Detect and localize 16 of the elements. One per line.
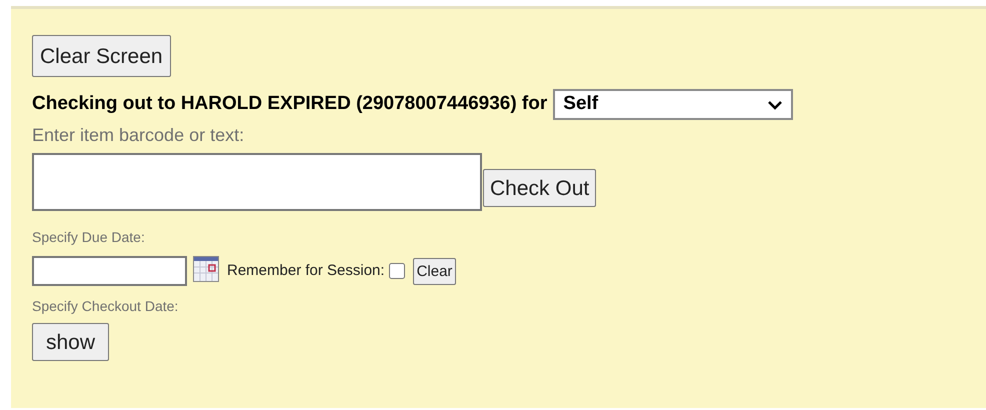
remember-label: Remember for Session: bbox=[227, 260, 385, 281]
select-value: Self bbox=[563, 92, 598, 116]
due-date-field[interactable] bbox=[32, 256, 187, 286]
barcode-label: Enter item barcode or text: bbox=[32, 124, 244, 147]
remember-checkbox[interactable] bbox=[388, 263, 405, 279]
for-select[interactable]: Self bbox=[553, 89, 794, 120]
checkout-date-label: Specify Checkout Date: bbox=[32, 297, 178, 316]
barcode-field[interactable] bbox=[32, 153, 482, 211]
clear-button[interactable]: Clear bbox=[412, 258, 456, 284]
check-out-button[interactable]: Check Out bbox=[483, 169, 596, 207]
show-button[interactable]: show bbox=[32, 323, 110, 361]
checkout-heading: Checking out to HAROLD EXPIRED (29078007446936) for bbox=[32, 92, 548, 116]
due-date-label: Specify Due Date: bbox=[32, 228, 145, 247]
chevron-down-icon bbox=[767, 100, 784, 110]
clear-screen-button[interactable]: Clear Screen bbox=[32, 35, 171, 77]
calendar-icon[interactable] bbox=[193, 256, 219, 282]
